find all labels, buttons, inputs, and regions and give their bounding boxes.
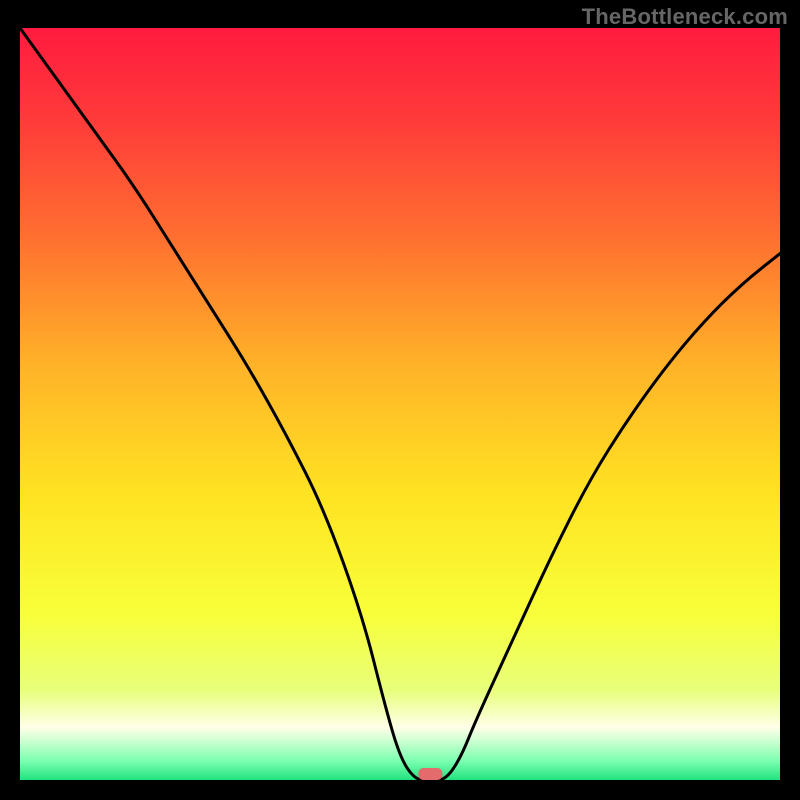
chart-svg xyxy=(20,28,780,780)
watermark-text: TheBottleneck.com xyxy=(582,4,788,30)
chart-plot-area xyxy=(20,28,780,780)
gradient-background xyxy=(20,28,780,780)
optimal-point-marker xyxy=(418,768,442,780)
chart-frame: TheBottleneck.com xyxy=(0,0,800,800)
